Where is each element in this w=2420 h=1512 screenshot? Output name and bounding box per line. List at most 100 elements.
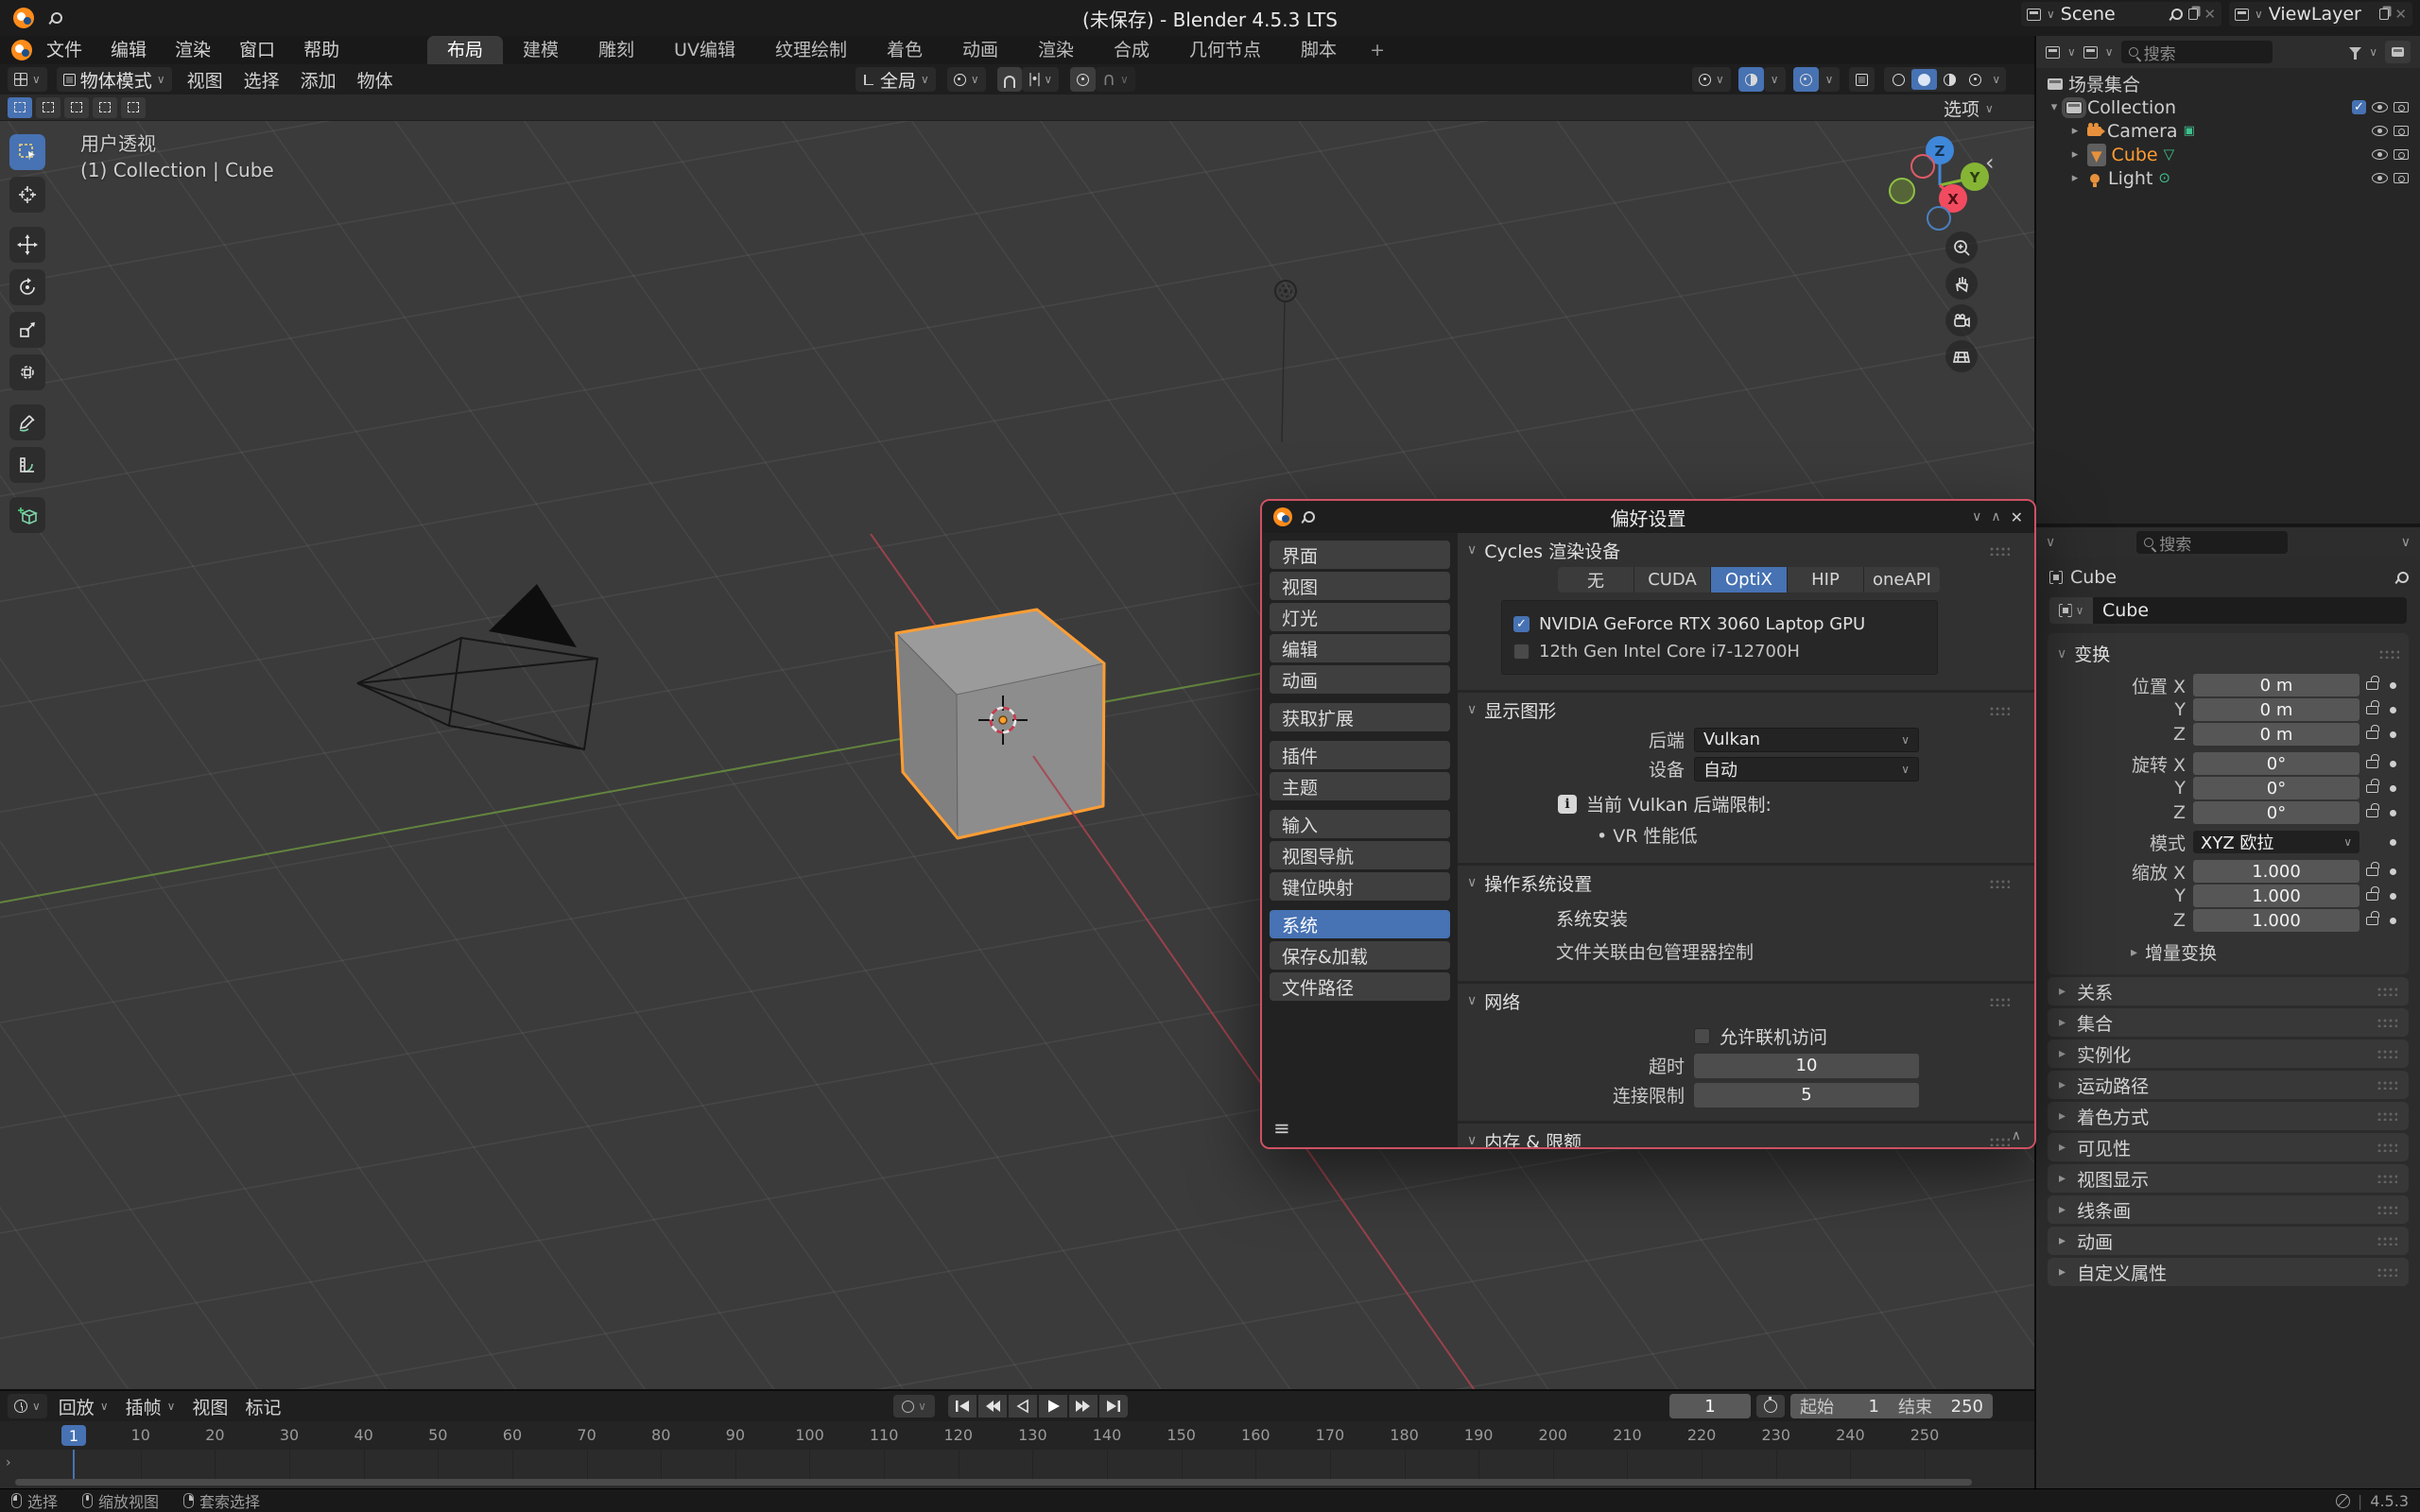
panel-可见性[interactable]: ▸ 可见性 [2048,1133,2409,1161]
drag-handle-icon[interactable] [2377,1080,2397,1090]
hamburger-menu-icon[interactable]: ≡ [1273,1117,1290,1140]
menu-window[interactable]: 窗口 [225,36,289,64]
pin-icon[interactable] [2395,572,2407,583]
shading-wireframe-button[interactable] [1886,69,1911,90]
prefs-nav-系统[interactable]: 系统 [1270,910,1450,938]
scroll-indicator-icon[interactable]: ∧ [2012,1128,2021,1143]
dropdown-后端[interactable]: Vulkan∨ [1694,728,1919,752]
select-mode-button-1[interactable] [36,97,60,118]
device-row[interactable]: 12th Gen Intel Core i7-12700H [1513,639,1926,663]
select-box-tool[interactable] [9,134,45,170]
overlays-dropdown[interactable]: ∨ [1764,67,1786,92]
channel-expander-icon[interactable]: › [6,1455,11,1470]
add-workspace-button[interactable]: + [1357,36,1398,64]
transform-field-Y[interactable]: 1.000 [2193,885,2360,907]
drag-handle-icon[interactable] [2377,1205,2397,1214]
frame-end-field[interactable]: 结束250 [1889,1394,1993,1418]
viewlayer-name[interactable]: ViewLayer [2269,4,2373,25]
animate-dot-icon[interactable] [2390,761,2396,767]
sidebar-collapse-icon[interactable]: ‹ [1985,149,1995,176]
menu-object[interactable]: 物体 [352,67,399,93]
panel-自定义属性[interactable]: ▸ 自定义属性 [2048,1258,2409,1286]
render-visibility-icon[interactable] [2394,173,2409,183]
chevron-down-icon[interactable]: ∨ [2255,9,2263,20]
lock-icon[interactable] [2366,681,2378,690]
scene-selector[interactable]: ∨ Scene ✕ [2021,2,2221,26]
workspace-tab-UV编辑[interactable]: UV编辑 [654,36,755,64]
dropdown-设备[interactable]: 自动∨ [1694,757,1919,782]
prefs-nav-键位映射[interactable]: 键位映射 [1270,872,1450,901]
select-mode-button-2[interactable] [64,97,89,118]
device-row[interactable]: ✓NVIDIA GeForce RTX 3060 Laptop GPU [1513,611,1926,636]
show-gizmo-button[interactable]: ∨ [1692,67,1731,92]
drag-handle-icon[interactable] [2377,1049,2397,1058]
pivot-point-button[interactable]: ∨ [947,67,986,92]
workspace-tab-着色[interactable]: 着色 [867,36,942,64]
previous-keyframe-button[interactable] [978,1395,1007,1418]
lock-icon[interactable] [2366,730,2378,739]
delta-transform-toggle[interactable]: ▸ 增量变换 [2131,939,2399,965]
annotate-tool[interactable] [9,404,45,440]
prefs-nav-编辑[interactable]: 编辑 [1270,634,1450,662]
eye-icon[interactable] [2372,126,2388,136]
editor-type-button[interactable]: ∨ [8,67,47,92]
show-overlays-button[interactable] [1738,67,1764,92]
device-type-CUDA[interactable]: CUDA [1634,567,1710,593]
object-name-field[interactable]: Cube [2093,597,2407,624]
menu-view[interactable]: 视图 [186,1394,233,1419]
workspace-tab-脚本[interactable]: 脚本 [1281,36,1357,64]
prefs-nav-主题[interactable]: 主题 [1270,772,1450,800]
expander-icon[interactable]: ▾ [2048,100,2061,114]
jump-to-start-button[interactable] [948,1395,977,1418]
blender-menu-icon[interactable] [11,40,32,60]
shading-material-button[interactable] [1937,69,1962,90]
copy-icon[interactable] [2188,9,2198,20]
outliner-row-light[interactable]: ▸ Light ⊙ [2036,166,2420,190]
preferences-header[interactable]: 偏好设置 ∨ ∧ ✕ [1262,501,2034,533]
snap-toggle[interactable] [997,67,1022,92]
play-button[interactable] [1039,1395,1067,1418]
drag-handle-icon[interactable] [2377,1236,2397,1246]
eye-icon[interactable] [2372,102,2388,112]
panel-集合[interactable]: ▸ 集合 [2048,1008,2409,1037]
number-field-超时[interactable]: 10 [1694,1054,1919,1078]
select-mode-button-3[interactable] [93,97,117,118]
cursor-tool[interactable] [9,177,45,213]
drag-handle-icon[interactable] [1989,1137,2010,1146]
lock-icon[interactable] [2366,917,2378,925]
panel-线条画[interactable]: ▸ 线条画 [2048,1195,2409,1224]
panel-运动路径[interactable]: ▸ 运动路径 [2048,1071,2409,1099]
animate-dot-icon[interactable] [2390,731,2396,738]
device-type-OptiX[interactable]: OptiX [1711,567,1787,593]
number-field-连接限制[interactable]: 5 [1694,1083,1919,1108]
display-mode-icon[interactable] [2083,46,2098,59]
playhead-badge[interactable]: 1 [61,1425,86,1446]
animate-dot-icon[interactable] [2390,918,2396,924]
chevron-down-icon[interactable]: ∨ [2047,9,2055,20]
rotate-tool[interactable] [9,269,45,305]
lock-icon[interactable] [2366,868,2378,876]
outliner-search-input[interactable]: 搜索 [2121,41,2273,63]
prefs-nav-界面[interactable]: 界面 [1270,541,1450,569]
panel-关系[interactable]: ▸ 关系 [2048,977,2409,1005]
prefs-nav-视图[interactable]: 视图 [1270,572,1450,600]
panel-expander-icon[interactable]: ∨ [2057,647,2066,661]
close-preferences-button[interactable]: ✕ [2011,508,2023,526]
panel-动画[interactable]: ▸ 动画 [2048,1227,2409,1255]
transform-field-Y[interactable]: 0 m [2193,698,2360,721]
scene-name[interactable]: Scene [2061,4,2165,25]
xray-button[interactable] [1793,67,1819,92]
unlink-icon[interactable]: ✕ [2394,6,2407,23]
menu-edit[interactable]: 编辑 [96,36,161,64]
transform-select-模式[interactable]: XYZ 欧拉∨ [2193,831,2360,853]
outliner-row-camera[interactable]: ▸ Camera ▣ [2036,119,2420,143]
drag-handle-icon[interactable] [2377,1267,2397,1277]
prefs-nav-输入[interactable]: 输入 [1270,810,1450,838]
transform-field-旋转 X[interactable]: 0° [2193,752,2360,775]
play-reverse-button[interactable] [1009,1395,1037,1418]
auto-keying-button[interactable]: ∨ [893,1395,935,1418]
panel-实例化[interactable]: ▸ 实例化 [2048,1040,2409,1068]
zoom-button[interactable] [1945,232,1978,264]
animate-dot-icon[interactable] [2390,839,2396,846]
drag-handle-icon[interactable] [1989,706,2010,715]
